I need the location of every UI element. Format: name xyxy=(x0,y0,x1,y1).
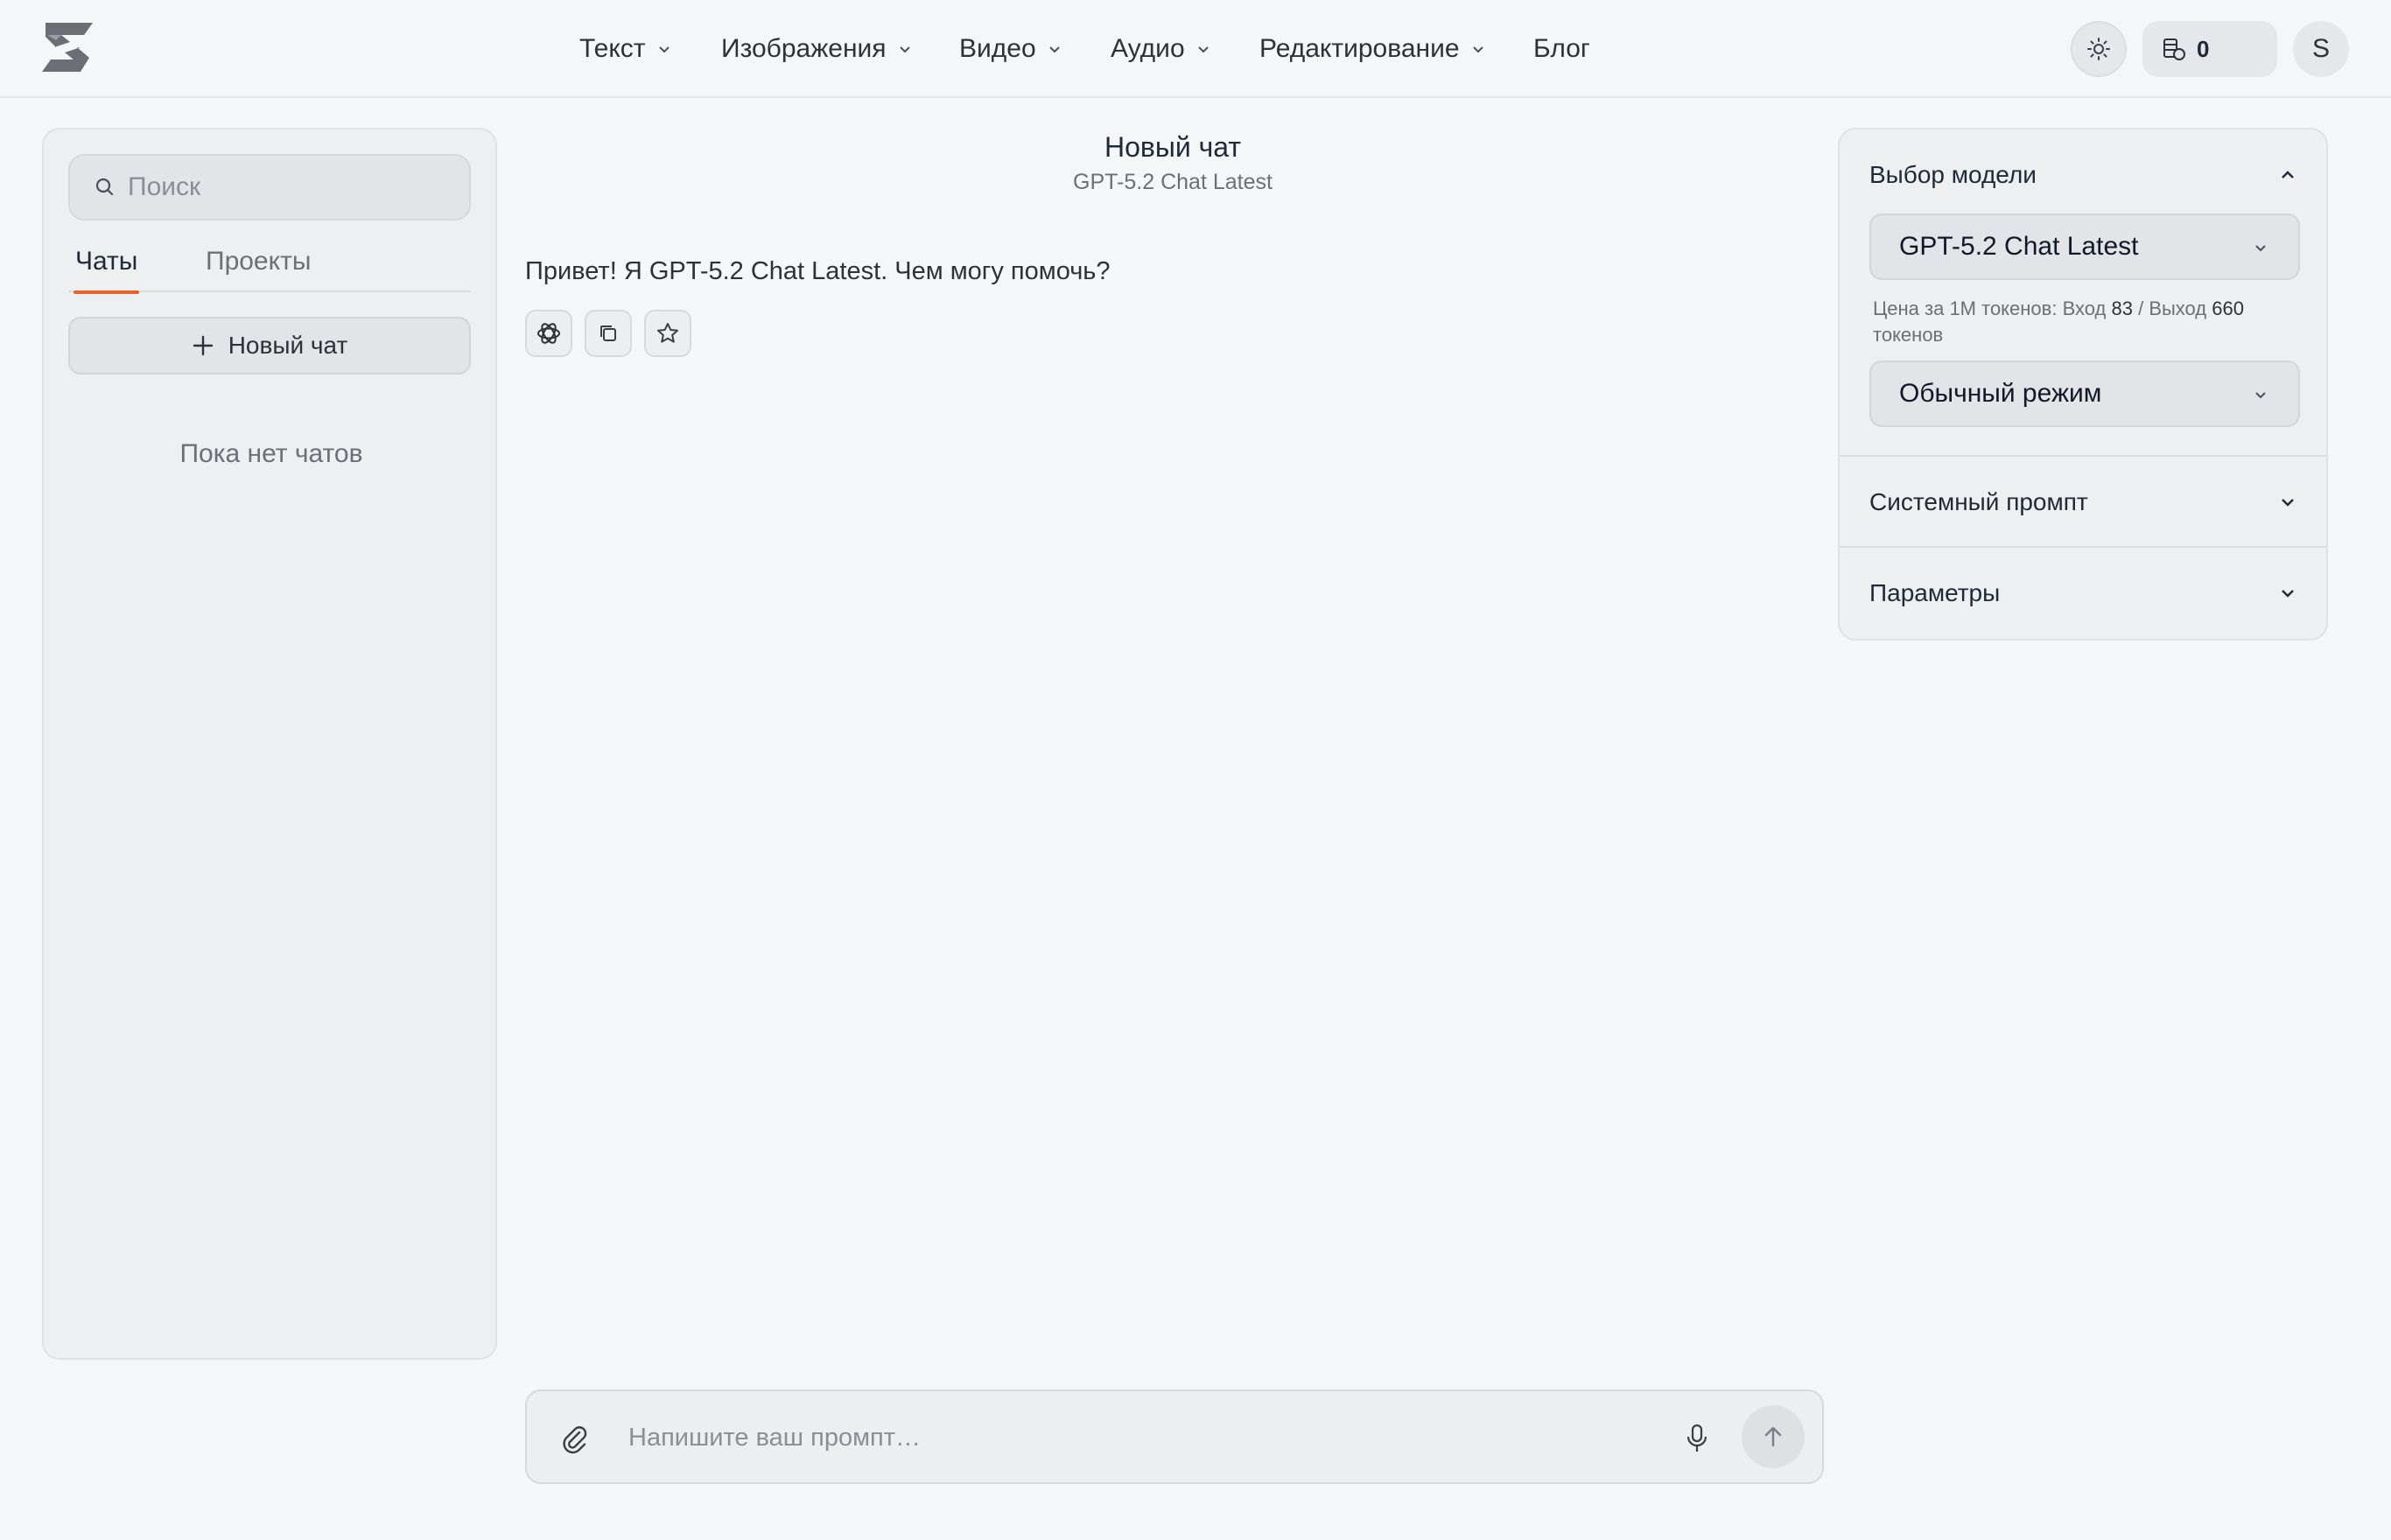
favorite-button[interactable] xyxy=(644,310,691,357)
star-icon xyxy=(657,323,678,343)
token-price: Цена за 1M токенов: Вход 83 / Выход 660 … xyxy=(1873,296,2293,348)
empty-chats-text: Пока нет чатов xyxy=(179,439,363,468)
plus-icon xyxy=(193,335,213,356)
copy-icon xyxy=(600,326,616,341)
mode-select-value: Обычный режим xyxy=(1899,379,2102,408)
model-info-button[interactable] xyxy=(525,310,572,357)
nav-audio[interactable]: Аудио xyxy=(1111,30,1211,68)
nav-text-label: Текст xyxy=(579,34,646,63)
mode-select[interactable]: Обычный режим xyxy=(1869,360,2300,427)
paperclip-icon[interactable] xyxy=(560,1424,590,1454)
chevron-down-icon xyxy=(2255,392,2266,399)
model-section-header[interactable]: Выбор модели xyxy=(1840,149,2326,201)
nav-images[interactable]: Изображения xyxy=(721,30,913,68)
main-nav: Текст Изображения Видео Аудио Редактиров… xyxy=(0,0,2391,98)
search-icon xyxy=(95,178,114,196)
model-select-value: GPT-5.2 Chat Latest xyxy=(1899,232,2139,261)
chevron-down-icon xyxy=(1472,46,1483,53)
nav-editing-label: Редактирование xyxy=(1259,34,1460,63)
settings-panel: Выбор модели GPT-5.2 Chat Latest Цена за… xyxy=(1838,128,2328,640)
tab-projects[interactable]: Проекты xyxy=(206,247,311,276)
nav-blog[interactable]: Блог xyxy=(1533,30,1590,68)
model-section-title: Выбор модели xyxy=(1869,161,2037,188)
nav-text[interactable]: Текст xyxy=(579,30,672,68)
balance-button[interactable]: 0 xyxy=(2142,21,2277,77)
system-prompt-header[interactable]: Системный промпт xyxy=(1840,476,2326,528)
chevron-down-icon xyxy=(1197,46,1209,53)
new-chat-label: Новый чат xyxy=(228,332,348,359)
chat-title: Новый чат xyxy=(1104,131,1242,163)
assistant-message: Привет! Я GPT-5.2 Chat Latest. Чем могу … xyxy=(525,257,1111,285)
search-input[interactable] xyxy=(128,172,460,202)
chevron-down-icon xyxy=(2282,590,2294,598)
prompt-composer xyxy=(525,1390,1824,1484)
copy-button[interactable] xyxy=(585,310,632,357)
params-header[interactable]: Параметры xyxy=(1840,567,2326,620)
theme-toggle-button[interactable] xyxy=(2071,21,2127,77)
params-title: Параметры xyxy=(1869,579,2001,606)
chevron-down-icon xyxy=(2255,245,2266,252)
avatar[interactable]: S xyxy=(2293,21,2349,77)
chevron-down-icon xyxy=(658,46,670,53)
nav-video[interactable]: Видео xyxy=(959,30,1062,68)
sun-icon xyxy=(2087,38,2110,60)
price-output: 660 xyxy=(2212,298,2244,319)
chevron-down-icon xyxy=(1048,46,1060,53)
divider xyxy=(1840,546,2326,548)
send-button[interactable] xyxy=(1742,1405,1805,1468)
price-input: 83 xyxy=(2111,298,2133,319)
chevron-up-icon xyxy=(2282,171,2294,178)
nav-blog-label: Блог xyxy=(1533,34,1590,63)
tab-chats[interactable]: Чаты xyxy=(73,247,140,294)
prompt-input[interactable] xyxy=(628,1418,1504,1458)
openai-icon xyxy=(537,323,560,344)
chat-sidebar: Чаты Проекты Новый чат Пока нет чатов xyxy=(42,128,497,1360)
nav-video-label: Видео xyxy=(959,34,1036,63)
coins-icon xyxy=(2163,38,2185,60)
model-select[interactable]: GPT-5.2 Chat Latest xyxy=(1869,214,2300,280)
nav-images-label: Изображения xyxy=(721,34,887,63)
price-separator: / Выход xyxy=(2138,298,2207,319)
microphone-icon[interactable] xyxy=(1684,1423,1710,1454)
message-actions xyxy=(525,310,704,357)
chat-model-subtitle: GPT-5.2 Chat Latest xyxy=(1073,170,1273,194)
nav-editing[interactable]: Редактирование xyxy=(1259,30,1486,68)
nav-audio-label: Аудио xyxy=(1111,34,1185,63)
chevron-down-icon xyxy=(899,46,910,53)
sidebar-tabs: Чаты Проекты xyxy=(68,242,471,294)
price-suffix: токенов xyxy=(1873,324,1944,346)
arrow-up-icon xyxy=(1764,1426,1782,1447)
divider xyxy=(1840,455,2326,457)
avatar-letter: S xyxy=(2311,34,2330,63)
chevron-down-icon xyxy=(2282,499,2294,507)
price-prefix: Цена за 1M токенов: Вход xyxy=(1873,298,2107,319)
top-bar: Текст Изображения Видео Аудио Редактиров… xyxy=(0,0,2391,98)
search-box[interactable] xyxy=(68,154,471,220)
system-prompt-title: Системный промпт xyxy=(1869,488,2088,515)
new-chat-button[interactable]: Новый чат xyxy=(68,317,471,374)
balance-value: 0 xyxy=(2197,35,2210,62)
